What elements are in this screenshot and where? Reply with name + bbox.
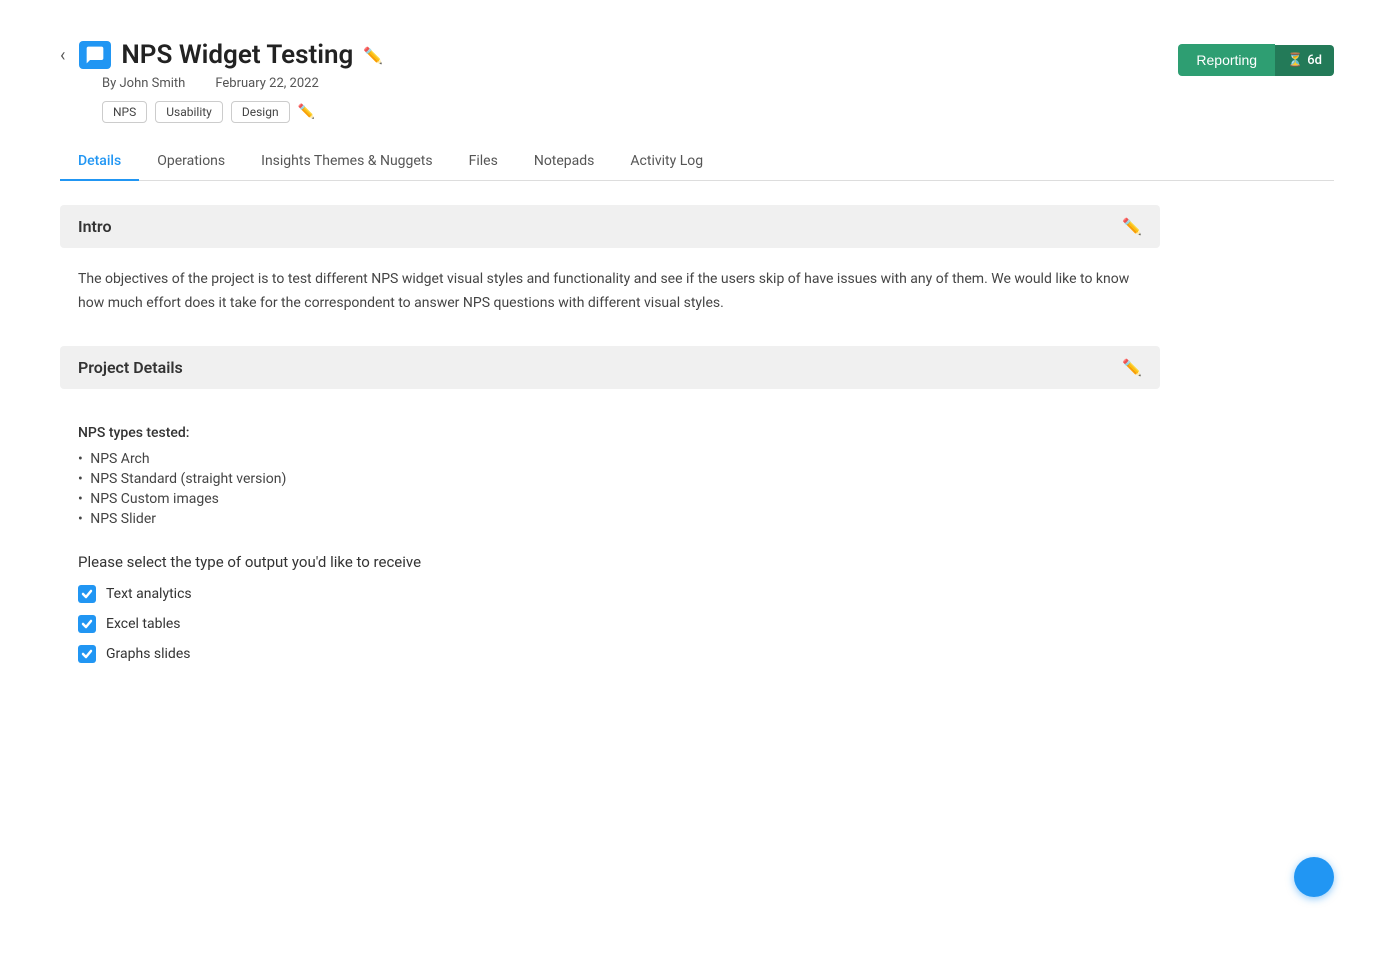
intro-content: The objectives of the project is to test… <box>60 268 1160 346</box>
project-details-section-header: Project Details ✏️ <box>60 346 1160 389</box>
hourglass-icon: ⏳ <box>1287 53 1303 68</box>
project-details-edit-icon[interactable]: ✏️ <box>1122 358 1142 377</box>
list-item: NPS Slider <box>78 509 1142 529</box>
intro-section-header: Intro ✏️ <box>60 205 1160 248</box>
intro-title: Intro <box>78 217 112 236</box>
tab-activity-log[interactable]: Activity Log <box>612 143 721 181</box>
checkbox-icon-excel-tables[interactable] <box>78 615 96 633</box>
checkbox-icon-graphs-slides[interactable] <box>78 645 96 663</box>
tab-details[interactable]: Details <box>60 143 139 181</box>
tags-edit-icon[interactable]: ✏️ <box>298 104 315 120</box>
tag-usability: Usability <box>155 101 223 123</box>
time-badge: ⏳ 6d <box>1275 45 1334 76</box>
page-title: NPS Widget Testing <box>121 40 353 70</box>
checkbox-label-text-analytics: Text analytics <box>106 586 192 602</box>
list-item: NPS Arch <box>78 449 1142 469</box>
checkbox-excel-tables: Excel tables <box>78 615 1142 633</box>
author-label: By John Smith <box>102 76 185 91</box>
checkbox-label-excel-tables: Excel tables <box>106 616 181 632</box>
date-label: February 22, 2022 <box>215 76 318 91</box>
reporting-button[interactable]: Reporting <box>1178 44 1275 76</box>
tabs-nav: Details Operations Insights Themes & Nug… <box>60 143 1334 181</box>
fab-button[interactable] <box>1294 857 1334 897</box>
project-details-content: NPS types tested: NPS Arch NPS Standard … <box>60 409 1160 695</box>
checkbox-icon-text-analytics[interactable] <box>78 585 96 603</box>
nps-types-label: NPS types tested: <box>78 425 1142 441</box>
back-button[interactable]: ‹ <box>60 45 65 66</box>
project-icon <box>79 41 111 69</box>
title-edit-icon[interactable]: ✏️ <box>363 46 383 65</box>
list-item: NPS Custom images <box>78 489 1142 509</box>
nps-types-list: NPS Arch NPS Standard (straight version)… <box>78 449 1142 529</box>
output-label: Please select the type of output you'd l… <box>78 553 1142 571</box>
checkbox-label-graphs-slides: Graphs slides <box>106 646 190 662</box>
tag-design: Design <box>231 101 290 123</box>
checkbox-graphs-slides: Graphs slides <box>78 645 1142 663</box>
list-item: NPS Standard (straight version) <box>78 469 1142 489</box>
tab-operations[interactable]: Operations <box>139 143 243 181</box>
tag-nps: NPS <box>102 101 147 123</box>
tab-insights[interactable]: Insights Themes & Nuggets <box>243 143 450 181</box>
checkbox-text-analytics: Text analytics <box>78 585 1142 603</box>
intro-edit-icon[interactable]: ✏️ <box>1122 217 1142 236</box>
tab-notepads[interactable]: Notepads <box>516 143 613 181</box>
project-details-title: Project Details <box>78 358 183 377</box>
tab-files[interactable]: Files <box>451 143 516 181</box>
